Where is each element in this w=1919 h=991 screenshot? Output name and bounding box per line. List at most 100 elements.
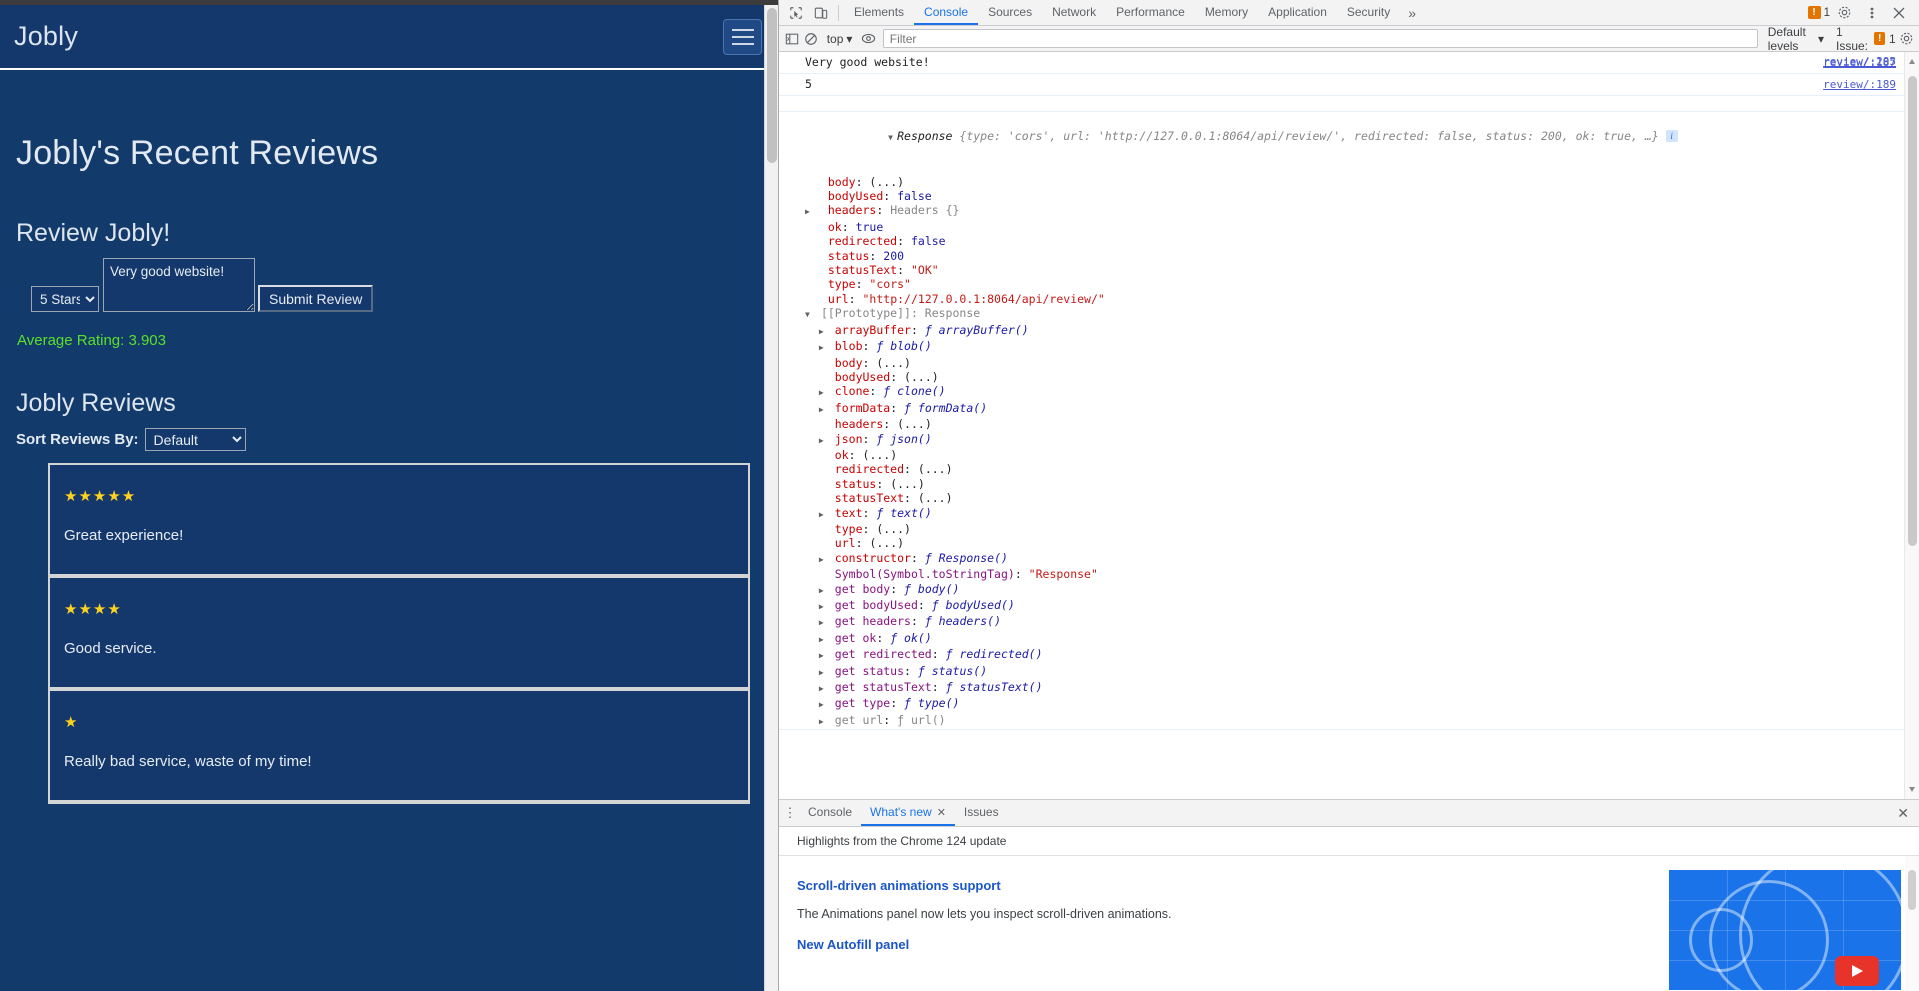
property-value: 200 [883, 248, 905, 263]
scroll-up-arrow-icon[interactable] [1909, 59, 1915, 64]
youtube-play-icon[interactable] [1835, 956, 1879, 986]
page-scrollbar[interactable] [764, 5, 778, 991]
tab-console[interactable]: Console [914, 0, 979, 25]
chevron-right-icon[interactable]: ▶ [819, 386, 828, 400]
info-icon[interactable]: i [1665, 130, 1678, 143]
whats-new-scrollbar[interactable] [1905, 856, 1919, 991]
chevron-right-icon[interactable]: ▶ [819, 666, 828, 680]
property-name: body [827, 174, 856, 189]
chevron-right-icon[interactable]: ▶ [819, 649, 828, 663]
prototype-property-row: ▶ get statusText: ƒ statusText() [805, 680, 1894, 696]
chevron-right-icon[interactable]: ▶ [819, 698, 828, 712]
divider [838, 4, 839, 21]
devtools-drawer: ⋮ Console What's new ✕ Issues ✕ Highligh… [779, 799, 1919, 991]
log-levels-select[interactable]: Default levels ▾ [1768, 25, 1824, 53]
review-card: ★ Really bad service, waste of my time! [50, 691, 748, 804]
chevron-right-icon[interactable]: ▶ [819, 403, 828, 417]
property-name: status [827, 248, 870, 263]
prototype-header-row[interactable]: ▼ [[Prototype]]: Response [805, 306, 1894, 322]
gear-icon[interactable] [1832, 1, 1857, 25]
tab-elements[interactable]: Elements [844, 0, 914, 25]
close-icon[interactable] [1886, 1, 1911, 25]
drawer-menu-icon[interactable]: ⋮ [781, 806, 799, 819]
drawer-tab-console[interactable]: Console [799, 800, 861, 826]
property-value: Headers {} [890, 203, 960, 218]
chevron-down-icon: ▾ [846, 31, 853, 46]
object-header-row[interactable]: ▼ Response {type: 'cors', url: 'http://12… [805, 55, 1896, 175]
console-message: 5 review/:189 [779, 74, 1904, 96]
tab-security[interactable]: Security [1337, 0, 1400, 25]
error-count-badge[interactable]: ! 1 [1807, 6, 1830, 19]
console-scrollbar-thumb[interactable] [1908, 76, 1917, 546]
page-scrollbar-thumb[interactable] [767, 8, 777, 163]
property-name: get statusText [834, 680, 932, 695]
property-value: ƒ clone() [883, 384, 946, 399]
three-dots-icon[interactable] [1859, 1, 1884, 25]
drawer-tab-issues[interactable]: Issues [955, 800, 1008, 826]
chevron-right-icon[interactable]: ▶ [819, 508, 828, 522]
chevron-double-right-icon[interactable]: » [1400, 5, 1424, 21]
star-rating-icon: ★★★★★ [64, 488, 137, 505]
chevron-expanded-icon[interactable]: ▼ [805, 308, 814, 322]
submit-review-button[interactable]: Submit Review [258, 285, 374, 312]
youtube-video-thumbnail[interactable] [1669, 870, 1901, 990]
property-value: false [897, 189, 932, 204]
tab-network[interactable]: Network [1042, 0, 1106, 25]
tab-performance[interactable]: Performance [1106, 0, 1195, 25]
clear-console-icon[interactable] [802, 27, 819, 51]
drawer-tab-list: ⋮ Console What's new ✕ Issues ✕ [779, 800, 1919, 827]
property-value: "http://127.0.0.1:8064/api/review/" [862, 291, 1105, 306]
chevron-expanded-icon[interactable]: ▼ [888, 131, 897, 145]
console-source-link[interactable]: review/:189 [1823, 77, 1896, 92]
tab-memory[interactable]: Memory [1195, 0, 1258, 25]
tab-sources[interactable]: Sources [978, 0, 1042, 25]
prototype-property-row: ▶ constructor: ƒ Response() [805, 551, 1894, 567]
chevron-right-icon[interactable]: ▶ [805, 205, 814, 219]
property-value: ƒ text() [876, 505, 932, 520]
console-filter-input[interactable] [882, 29, 1758, 48]
inspect-element-icon[interactable] [783, 1, 808, 25]
property-value: ƒ statusText() [945, 680, 1043, 695]
property-name: get redirected [834, 647, 932, 662]
execution-context-select[interactable]: top ▾ [822, 29, 858, 48]
property-value: (...) [897, 417, 932, 432]
chevron-right-icon[interactable]: ▶ [819, 616, 828, 630]
hamburger-icon[interactable] [723, 18, 762, 55]
prototype-property-row: ▶ get body: ƒ body() [805, 582, 1894, 598]
rating-select[interactable]: 5 Stars [31, 286, 99, 312]
brand-logo[interactable]: Jobly [14, 21, 78, 52]
chevron-right-icon[interactable]: ▶ [819, 633, 828, 647]
chevron-right-icon[interactable]: ▶ [819, 325, 828, 339]
chevron-right-icon[interactable]: ▶ [819, 584, 828, 598]
prototype-property-row: redirected: (...) [834, 462, 953, 477]
chevron-right-icon[interactable]: ▶ [819, 682, 828, 696]
chevron-right-icon[interactable]: ▶ [819, 434, 828, 448]
drawer-tab-whats-new[interactable]: What's new ✕ [861, 800, 955, 826]
console-message-spacer [779, 96, 1904, 112]
drawer-close-icon[interactable]: ✕ [1887, 805, 1919, 822]
execution-context-value: top [826, 31, 844, 46]
chevron-right-icon[interactable]: ▶ [819, 715, 828, 729]
whats-new-scrollbar-thumb[interactable] [1908, 870, 1916, 910]
live-expressions-icon[interactable] [859, 27, 876, 51]
console-output[interactable]: Very good website! review/:187 5 review/… [779, 52, 1919, 799]
devtools-tab-list: Elements Console Sources Network Perform… [844, 0, 1424, 25]
console-settings-gear-icon[interactable] [1898, 27, 1915, 51]
prototype-property-row: url: (...) [834, 536, 905, 551]
chevron-right-icon[interactable]: ▶ [819, 341, 828, 355]
chevron-right-icon[interactable]: ▶ [819, 553, 828, 567]
property-value: ƒ type() [904, 696, 960, 711]
console-scrollbar[interactable] [1904, 52, 1919, 799]
tab-application[interactable]: Application [1258, 0, 1337, 25]
prototype-property-row: ▶ arrayBuffer: ƒ arrayBuffer() [805, 323, 1894, 339]
sort-reviews-select[interactable]: Default [144, 428, 246, 451]
issues-button[interactable]: 1 Issue: ! 1 [1836, 25, 1896, 53]
console-source-link[interactable]: review/:205 [1823, 55, 1896, 69]
property-name: statusText [834, 491, 905, 506]
scroll-down-arrow-icon[interactable] [1909, 787, 1915, 792]
console-sidebar-icon[interactable] [783, 27, 800, 51]
chevron-right-icon[interactable]: ▶ [819, 600, 828, 614]
device-toolbar-icon[interactable] [808, 1, 833, 25]
review-textarea[interactable] [103, 258, 255, 312]
close-icon[interactable]: ✕ [937, 806, 946, 819]
